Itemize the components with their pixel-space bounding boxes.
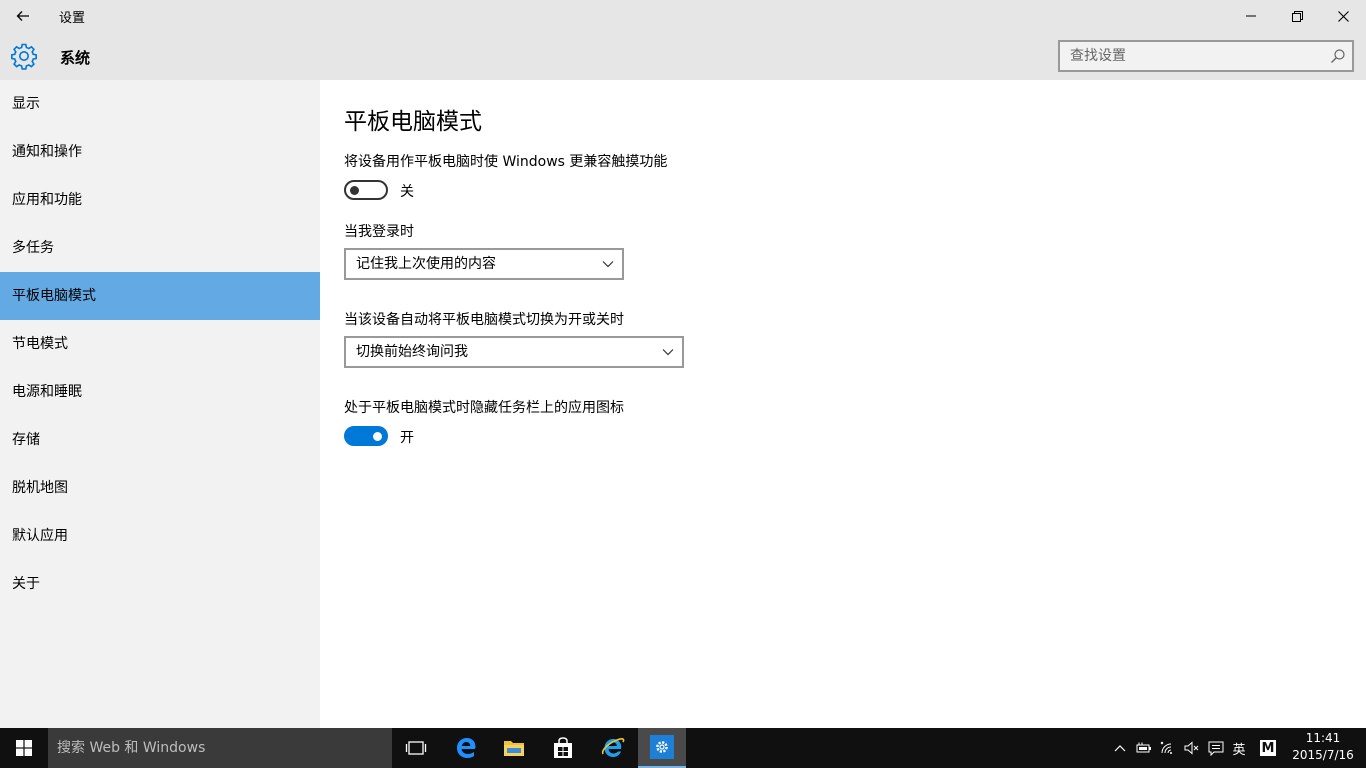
folder-icon — [504, 741, 524, 756]
back-arrow-icon — [16, 11, 29, 21]
sidebar-item-storage[interactable]: 存储 — [0, 416, 320, 464]
taskbar-ie-button[interactable] — [589, 728, 637, 768]
restore-button[interactable] — [1274, 0, 1320, 32]
ime-language-button[interactable]: 英 — [1229, 728, 1249, 768]
auto-switch-dropdown[interactable]: 切换前始终询问我 — [344, 336, 684, 368]
signin-dropdown-value: 记住我上次使用的内容 — [356, 256, 496, 272]
section-title: 系统 — [60, 49, 91, 67]
sidebar-item-tablet-mode[interactable]: 平板电脑模式 — [0, 272, 320, 320]
taskbar-store-button[interactable] — [539, 728, 587, 768]
hide-icons-toggle[interactable] — [344, 426, 388, 446]
network-tray-button[interactable] — [1158, 728, 1178, 768]
main-content: 平板电脑模式 将设备用作平板电脑时使 Windows 更兼容触摸功能 关 当我登… — [320, 80, 1366, 728]
window-title: 设置 — [59, 11, 86, 26]
wifi-icon — [1160, 741, 1172, 754]
sidebar-item-offline-maps[interactable]: 脱机地图 — [0, 464, 320, 512]
battery-tray-button[interactable] — [1134, 728, 1154, 768]
notification-icon — [1208, 741, 1224, 756]
auto-switch-dropdown-value: 切换前始终询问我 — [356, 344, 468, 360]
gear-icon — [11, 43, 37, 70]
sidebar-item-default-apps[interactable]: 默认应用 — [0, 512, 320, 560]
back-button[interactable] — [0, 0, 46, 32]
clock-time: 11:41 — [1305, 731, 1341, 745]
page-title: 平板电脑模式 — [344, 109, 482, 135]
minimize-button[interactable] — [1228, 0, 1274, 32]
task-view-icon — [405, 741, 427, 755]
hide-icons-toggle-state: 开 — [400, 430, 414, 446]
taskbar-search-box[interactable] — [48, 728, 392, 768]
chevron-down-icon — [662, 349, 674, 356]
taskbar: 英 M 11:41 2015/7/16 — [0, 728, 1366, 768]
ime-mode-button[interactable]: M — [1256, 728, 1280, 768]
taskbar-settings-button[interactable] — [638, 728, 686, 768]
toggle-knob — [373, 432, 382, 441]
battery-plugged-icon — [1136, 742, 1151, 753]
clock-date: 2015/7/16 — [1292, 748, 1354, 762]
sidebar: 显示 通知和操作 应用和功能 多任务 平板电脑模式 节电模式 电源和睡眠 存储 … — [0, 80, 320, 728]
taskbar-file-explorer-button[interactable] — [490, 728, 538, 768]
sidebar-item-notifications[interactable]: 通知和操作 — [0, 128, 320, 176]
sidebar-item-about[interactable]: 关于 — [0, 560, 320, 608]
volume-tray-button[interactable] — [1182, 728, 1202, 768]
start-button[interactable] — [0, 728, 48, 768]
volume-muted-icon — [1184, 741, 1199, 755]
title-bar: 设置 — [0, 0, 1366, 32]
sidebar-item-apps[interactable]: 应用和功能 — [0, 176, 320, 224]
settings-search-box[interactable] — [1058, 40, 1354, 72]
restore-icon — [1291, 10, 1303, 22]
taskbar-edge-button[interactable] — [442, 728, 490, 768]
sidebar-item-display[interactable]: 显示 — [0, 80, 320, 128]
internet-explorer-icon — [601, 738, 625, 757]
store-bag-icon — [554, 737, 572, 758]
touch-setting-label: 将设备用作平板电脑时使 Windows 更兼容触摸功能 — [344, 154, 668, 170]
minimize-icon — [1246, 15, 1256, 17]
sidebar-item-battery-saver[interactable]: 节电模式 — [0, 320, 320, 368]
settings-search-input[interactable] — [1060, 42, 1320, 70]
action-center-button[interactable] — [1206, 728, 1226, 768]
auto-switch-setting-label: 当该设备自动将平板电脑模式切换为开或关时 — [344, 312, 624, 328]
signin-setting-label: 当我登录时 — [344, 224, 414, 240]
gear-icon — [656, 741, 668, 753]
taskbar-clock[interactable]: 11:41 2015/7/16 — [1288, 730, 1358, 764]
sidebar-item-multitasking[interactable]: 多任务 — [0, 224, 320, 272]
signin-dropdown[interactable]: 记住我上次使用的内容 — [344, 248, 624, 280]
search-icon[interactable] — [1330, 48, 1346, 64]
settings-header: 系统 — [0, 32, 1366, 80]
close-icon — [1337, 10, 1349, 22]
edge-browser-icon — [457, 738, 476, 758]
show-hidden-icons-button[interactable] — [1110, 728, 1130, 768]
settings-app-tile — [650, 735, 674, 759]
windows-logo-icon — [16, 740, 32, 756]
touch-toggle-state: 关 — [400, 184, 414, 200]
chevron-up-icon — [1114, 745, 1126, 752]
task-view-button[interactable] — [392, 728, 440, 768]
hide-icons-setting-label: 处于平板电脑模式时隐藏任务栏上的应用图标 — [344, 400, 624, 416]
sidebar-item-power-sleep[interactable]: 电源和睡眠 — [0, 368, 320, 416]
taskbar-search-input[interactable] — [48, 728, 392, 768]
ime-mode-badge: M — [1260, 740, 1276, 756]
close-button[interactable] — [1320, 0, 1366, 32]
toggle-knob — [350, 186, 359, 195]
chevron-down-icon — [602, 261, 614, 268]
touch-toggle[interactable] — [344, 180, 388, 200]
